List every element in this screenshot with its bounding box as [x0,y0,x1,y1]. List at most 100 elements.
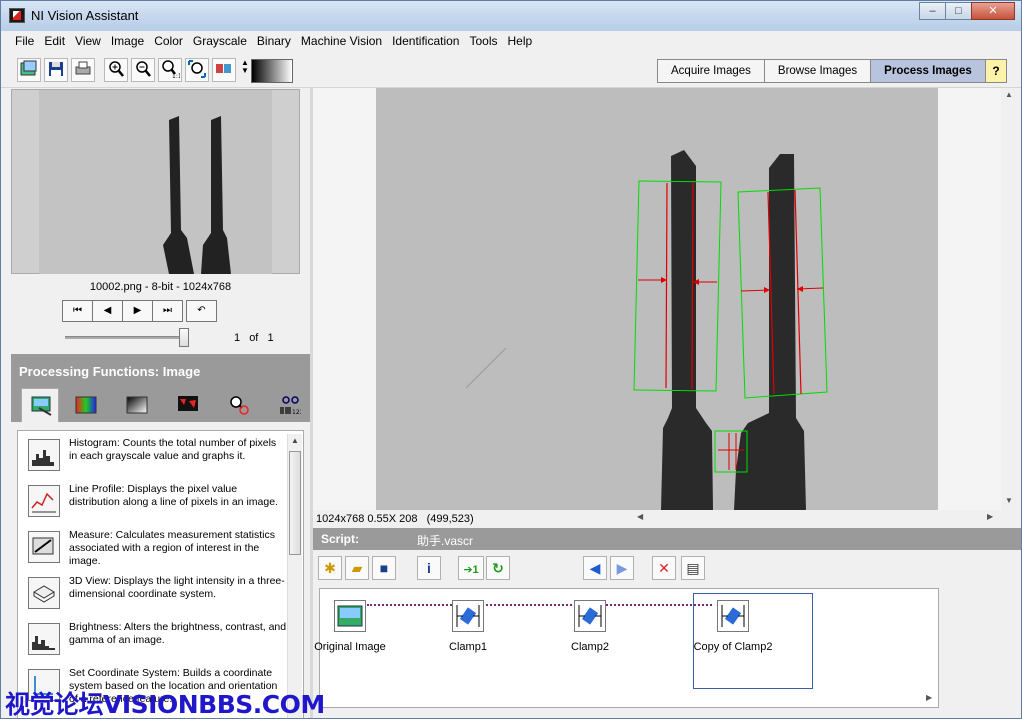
step-copy-of-clamp2[interactable]: Copy of Clamp2 [683,600,783,653]
minimize-button[interactable]: – [919,2,946,20]
thumbnail-panel [11,89,300,274]
scroll-down-icon[interactable]: ▼ [1005,496,1013,505]
image-slider-thumb[interactable] [179,328,189,347]
tab-browse-images[interactable]: Browse Images [763,59,872,83]
performance-meter-button[interactable]: ▤ [681,556,705,580]
open-folder-icon: ▰ [351,560,363,576]
next-icon: ▶ [133,305,142,316]
previous-icon: ◀ [103,305,112,316]
run-continuous-button[interactable]: ↻ [486,556,510,580]
move-step-right-button[interactable]: ▶ [610,556,634,580]
image-slider-track[interactable] [65,336,189,339]
new-document-icon: ✱ [324,560,336,576]
help-button[interactable]: ? [985,59,1007,83]
barcode-icon: 123 [280,396,301,415]
script-header: Script: 助手.vascr [313,528,1021,550]
maximize-button[interactable]: □ [945,2,972,20]
image-horizontal-scrollbar[interactable]: ◀ ▶ [637,512,997,524]
save-script-button[interactable]: ■ [372,556,396,580]
zoom-1to1-button[interactable]: 1:1 [158,58,182,82]
cursor-coordinates: (499,523) [426,513,474,525]
image-vertical-scrollbar[interactable]: ▲ ▼ [1001,88,1017,511]
processing-category-tabs: 123 [11,388,310,422]
last-icon: ⏭ [163,305,172,316]
scroll-left-icon[interactable]: ◀ [637,512,643,521]
menu-image[interactable]: Image [106,31,149,52]
scroll-right-icon[interactable]: ▶ [987,512,993,521]
brightness-icon [28,623,60,655]
tab-image-functions[interactable] [21,388,59,422]
step-original-image[interactable]: Original Image [300,600,400,653]
new-script-button[interactable]: ✱ [318,556,342,580]
menu-file[interactable]: File [10,31,39,52]
script-scroll-right-icon[interactable]: ▶ [926,693,932,702]
palette-scroll-arrows[interactable]: ▲ ▼ [241,59,249,75]
delete-step-button[interactable]: ✕ [652,556,676,580]
zoom-actual-size-icon: 1:1 [162,60,182,80]
window-controls: – □ ✕ [919,2,1015,20]
open-script-button[interactable]: ▰ [345,556,369,580]
menu-grayscale[interactable]: Grayscale [188,31,252,52]
tab-identification-functions[interactable]: 123 [270,388,308,422]
save-script-icon: ■ [379,560,389,576]
menu-identification[interactable]: Identification [387,31,464,52]
tab-binary-functions[interactable] [168,388,206,422]
main-image-display[interactable] [376,88,938,510]
image-palette-button[interactable] [212,58,236,82]
window-title: NI Vision Assistant [31,8,139,23]
first-icon: ⏮ [73,305,82,316]
3d-view-description: 3D View: Displays the light intensity in… [69,575,285,600]
svg-text:1:1: 1:1 [172,73,180,79]
tab-grayscale-functions[interactable] [117,388,155,422]
menu-help[interactable]: Help [503,31,538,52]
previous-image-button[interactable]: ◀ [92,300,123,322]
tab-process-images[interactable]: Process Images [870,59,986,83]
tab-color-functions[interactable] [66,388,104,422]
zoom-out-button[interactable] [131,58,155,82]
run-once-button[interactable]: ➔1 [458,556,484,580]
thumbnail-caption: 10002.png - 8-bit - 1024x768 [89,281,232,293]
run-loop-icon: ↻ [492,560,504,576]
last-image-button[interactable]: ⏭ [152,300,183,322]
tab-acquire-images[interactable]: Acquire Images [657,59,765,83]
function-list-scroll-thumb[interactable] [289,451,301,555]
step-clamp2[interactable]: Clamp2 [540,600,640,653]
page-counter: 1 of 1 [234,332,274,344]
print-button[interactable] [71,58,95,82]
first-image-button[interactable]: ⏮ [62,300,93,322]
menu-machine-vision[interactable]: Machine Vision [296,31,387,52]
menu-bar: File Edit View Image Color Grayscale Bin… [1,31,1021,52]
move-step-left-button[interactable]: ◀ [583,556,607,580]
processing-function-list: Histogram: Counts the total number of pi… [17,430,304,718]
menu-edit[interactable]: Edit [39,31,70,52]
script-label: Script: [321,532,360,546]
menu-tools[interactable]: Tools [464,31,502,52]
app-window: NI Vision Assistant – □ ✕ File Edit View… [0,0,1022,719]
image-thumbnail[interactable] [39,90,272,274]
save-icon [49,62,63,76]
function-list-scrollbar[interactable]: ▲ [287,434,302,718]
grayscale-palette-preview[interactable] [251,59,293,83]
color-functions-icon [75,396,97,414]
undo-button[interactable]: ↶ [186,300,217,322]
open-image-button[interactable] [17,58,41,82]
close-button[interactable]: ✕ [971,2,1015,20]
menu-binary[interactable]: Binary [252,31,296,52]
tab-machine-vision-functions[interactable] [219,388,257,422]
zoom-fit-button[interactable] [185,58,209,82]
menu-color[interactable]: Color [149,31,188,52]
zoom-in-button[interactable] [104,58,128,82]
scroll-up-icon[interactable]: ▲ [1005,90,1013,99]
step-clamp1[interactable]: Clamp1 [418,600,518,653]
menu-view[interactable]: View [70,31,106,52]
next-image-button[interactable]: ▶ [122,300,153,322]
total-pages: 1 [267,332,274,344]
processing-functions-header: Processing Functions: Image [11,354,310,388]
script-info-button[interactable]: i [417,556,441,580]
scroll-up-arrow-icon[interactable]: ▲ [291,436,299,445]
save-image-button[interactable] [44,58,68,82]
run-once-icon: ➔1 [463,564,479,576]
original-image-icon [334,600,366,632]
brightness-description: Brightness: Alters the brightness, contr… [69,621,287,646]
arrow-left-icon: ◀ [589,560,601,576]
